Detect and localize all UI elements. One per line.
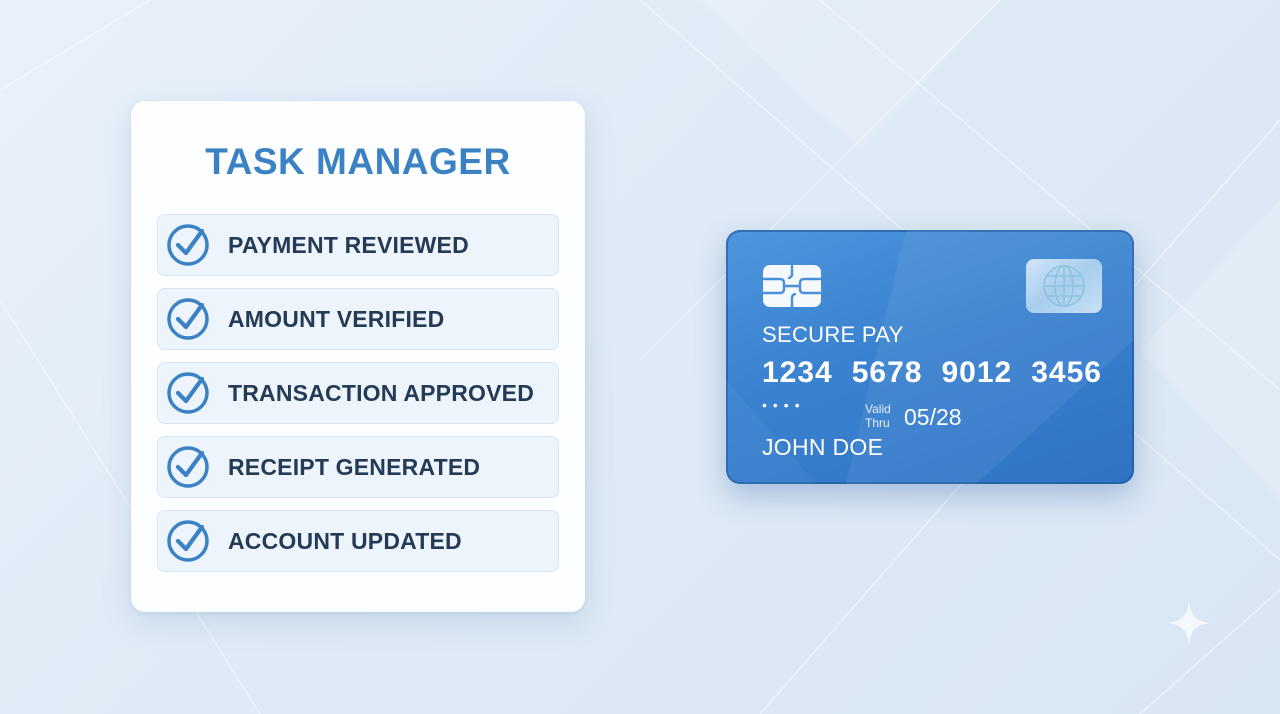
task-label: PAYMENT REVIEWED	[228, 231, 469, 258]
card-number-group: 5678	[851, 356, 923, 389]
task-label: RECEIPT GENERATED	[228, 453, 481, 480]
check-circle-icon	[167, 298, 209, 340]
card-number-group: 3456	[1031, 356, 1102, 389]
task-manager-title: TASK MANAGER	[205, 141, 511, 182]
task-manager-panel: TASK MANAGER PAYMENT REVIEWED AMOUNT VER…	[131, 101, 585, 612]
thru-label: Thru	[865, 416, 890, 430]
card-number-group: 9012	[941, 356, 1013, 389]
check-circle-icon	[167, 224, 209, 266]
card-number: 1234 5678 9012 3456	[762, 356, 1102, 390]
card-expiry: 05/28	[904, 404, 962, 430]
card-brand: SECURE PAY	[762, 322, 904, 347]
check-circle-icon	[167, 446, 209, 488]
check-circle-icon	[167, 520, 209, 562]
task-item-payment-reviewed[interactable]: PAYMENT REVIEWED	[157, 214, 559, 276]
task-item-receipt-generated[interactable]: RECEIPT GENERATED	[157, 436, 559, 498]
card-number-group: 1234	[762, 356, 833, 389]
valid-thru-label: Valid Thru	[865, 402, 899, 430]
card-holder-name: JOHN DOE	[762, 434, 884, 460]
task-list: PAYMENT REVIEWED AMOUNT VERIFIED TRANSAC…	[157, 214, 559, 584]
task-item-amount-verified[interactable]: AMOUNT VERIFIED	[157, 288, 559, 350]
valid-label: Valid	[865, 402, 891, 416]
task-label: TRANSACTION APPROVED	[228, 379, 534, 406]
task-item-account-updated[interactable]: ACCOUNT UPDATED	[157, 510, 559, 572]
task-label: AMOUNT VERIFIED	[228, 305, 445, 332]
credit-card[interactable]: SECURE PAY 1234 5678 9012 3456 •••• Vali…	[726, 230, 1134, 484]
sparkle-icon	[1168, 602, 1210, 644]
globe-icon	[1026, 259, 1102, 313]
task-item-transaction-approved[interactable]: TRANSACTION APPROVED	[157, 362, 559, 424]
task-label: ACCOUNT UPDATED	[228, 527, 462, 554]
check-circle-icon	[167, 372, 209, 414]
chip-icon	[762, 264, 822, 308]
masked-digits: ••••	[762, 397, 806, 413]
